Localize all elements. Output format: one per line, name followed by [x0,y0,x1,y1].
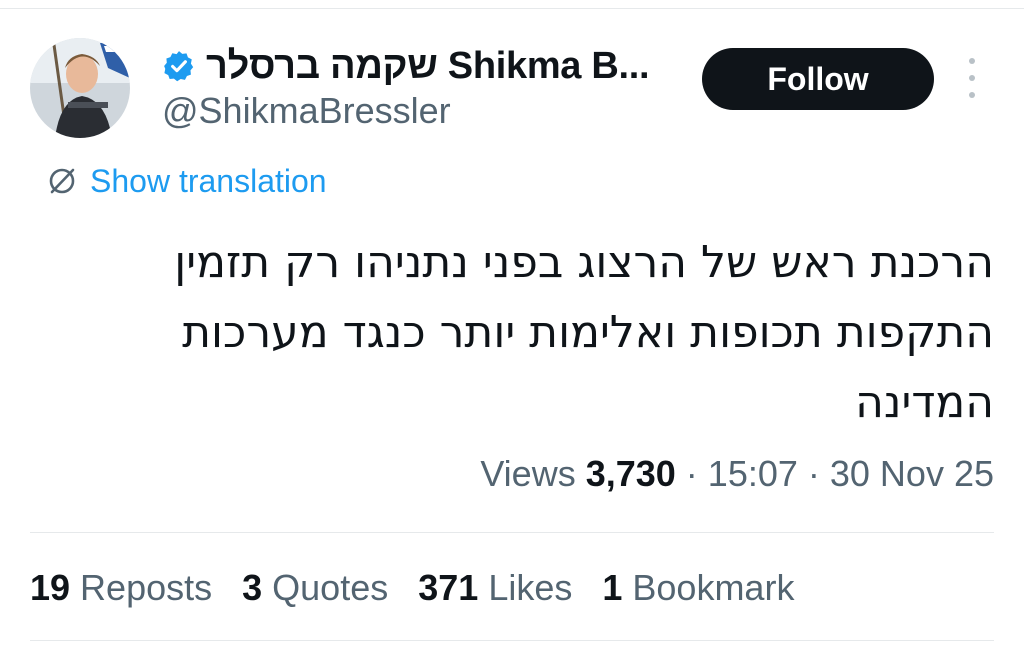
show-translation-link[interactable]: Show translation [90,163,327,200]
show-translation-row[interactable]: Show translation [46,160,327,202]
stat-label: Quotes [272,567,389,608]
tweet-text-line: הרכנת ראש של הרצוג בפני נתניהו רק תזמין [174,237,994,288]
author-name-row[interactable]: שקמה ברסלר Shikma B... [162,42,650,90]
stat-count: 1 [602,567,623,608]
engagement-stats: 19 Reposts 3 Quotes 371 Likes 1 Bookmark [30,560,794,616]
tweet-time[interactable]: 15:07 [708,453,798,495]
stat-bookmarks[interactable]: 1 Bookmark [602,567,794,609]
stat-label: Reposts [80,567,213,608]
verified-badge-icon [162,49,196,83]
follow-button[interactable]: Follow [702,48,934,110]
stat-reposts[interactable]: 19 Reposts [30,567,212,609]
tweet-meta: Views 3,730 · 15:07 · 30 Nov 25 [480,446,994,502]
stat-quotes[interactable]: 3 Quotes [242,567,388,609]
tweet-text-line: המדינה [855,377,994,428]
tweet-text-line: התקפות תכופות ואלימות יותר כנגד מערכות [182,307,994,358]
views-count[interactable]: 3,730 [586,453,676,495]
tweet-date[interactable]: 30 Nov 25 [830,453,994,495]
stat-label: Likes [488,567,573,608]
author-display-name[interactable]: שקמה ברסלר Shikma B... [206,45,650,88]
stat-label: Bookmark [632,567,795,608]
stat-count: 3 [242,567,263,608]
avatar-photo [30,38,130,138]
meta-separator: · [807,453,820,494]
translate-icon [46,165,78,197]
tweet-body: הרכנת ראש של הרצוג בפני נתניהו רק תזמין … [130,228,994,438]
stat-likes[interactable]: 371 Likes [418,567,572,609]
author-handle[interactable]: @ShikmaBressler [162,90,451,132]
top-divider [0,8,1024,9]
tweet-header: שקמה ברסלר Shikma B... @ShikmaBressler F… [30,38,1000,148]
meta-separator: · [685,453,698,494]
stat-count: 371 [418,567,479,608]
views-label: Views [480,453,576,494]
divider [30,532,994,533]
more-vertical-icon[interactable] [960,58,984,98]
divider [30,640,994,641]
avatar[interactable] [30,38,130,138]
stat-count: 19 [30,567,71,608]
